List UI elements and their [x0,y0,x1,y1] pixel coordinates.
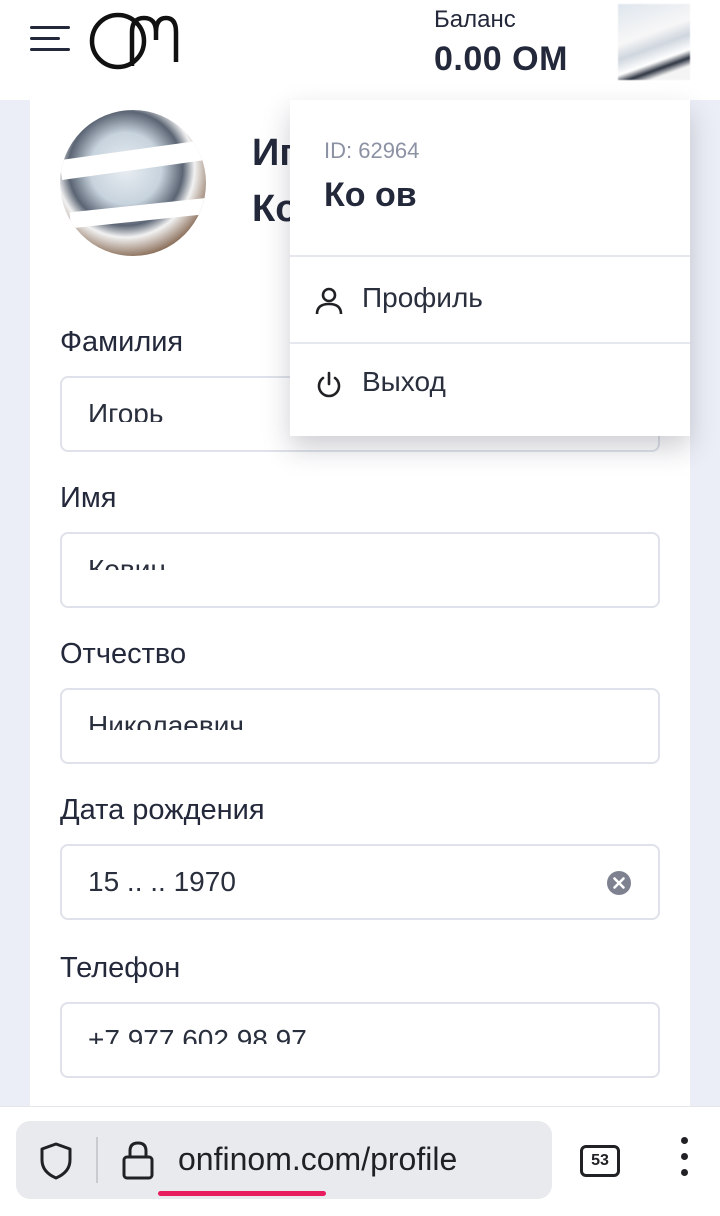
birth-date-field[interactable]: 15 .. .. 1970 [60,844,660,920]
url-underline [158,1191,326,1196]
menu-item-profile[interactable]: Профиль [290,258,690,342]
url-text[interactable]: onfinom.com/profile [178,1141,457,1178]
menu-item-label: Выход [362,366,446,397]
balance-label: Баланс [434,6,516,33]
browser-toolbar: onfinom.com/profile 53 [0,1106,720,1216]
menu-divider [290,255,690,257]
patronymic-field[interactable]: Николаевич [60,688,660,764]
birth-date-value: 15 .. .. 1970 [88,866,236,897]
clear-icon[interactable] [606,870,632,896]
address-bar[interactable]: onfinom.com/profile [16,1121,552,1199]
profile-avatar [60,110,206,256]
user-name: Ко ов [324,176,417,214]
lock-icon[interactable] [120,1139,156,1181]
tabs-button[interactable]: 53 [580,1145,620,1177]
last-name-label: Фамилия [60,326,184,358]
divider [96,1137,98,1183]
menu-icon[interactable] [30,26,70,56]
birth-date-label: Дата рождения [60,794,265,826]
shield-icon[interactable] [36,1141,76,1181]
user-dropdown-menu: ID: 62964 Ко ов Профиль Выход [290,100,690,436]
top-header: Баланс 0.00 ОМ [0,0,720,100]
more-icon[interactable] [674,1137,694,1187]
patronymic-label: Отчество [60,638,187,670]
menu-item-logout[interactable]: Выход [290,342,690,426]
menu-item-label: Профиль [362,282,483,313]
logo-icon[interactable] [88,10,180,72]
user-icon [315,287,343,315]
first-name-field[interactable]: Ковин [60,532,660,608]
profile-name-line1: Иг [252,132,296,174]
header-avatar[interactable] [618,4,690,80]
user-id: ID: 62964 [324,138,420,163]
phone-label: Телефон [60,952,181,984]
first-name-label: Имя [60,482,117,514]
power-icon [317,371,341,398]
balance-value: 0.00 ОМ [434,40,568,78]
phone-field[interactable]: +7 977 602 98 97 [60,1002,660,1078]
